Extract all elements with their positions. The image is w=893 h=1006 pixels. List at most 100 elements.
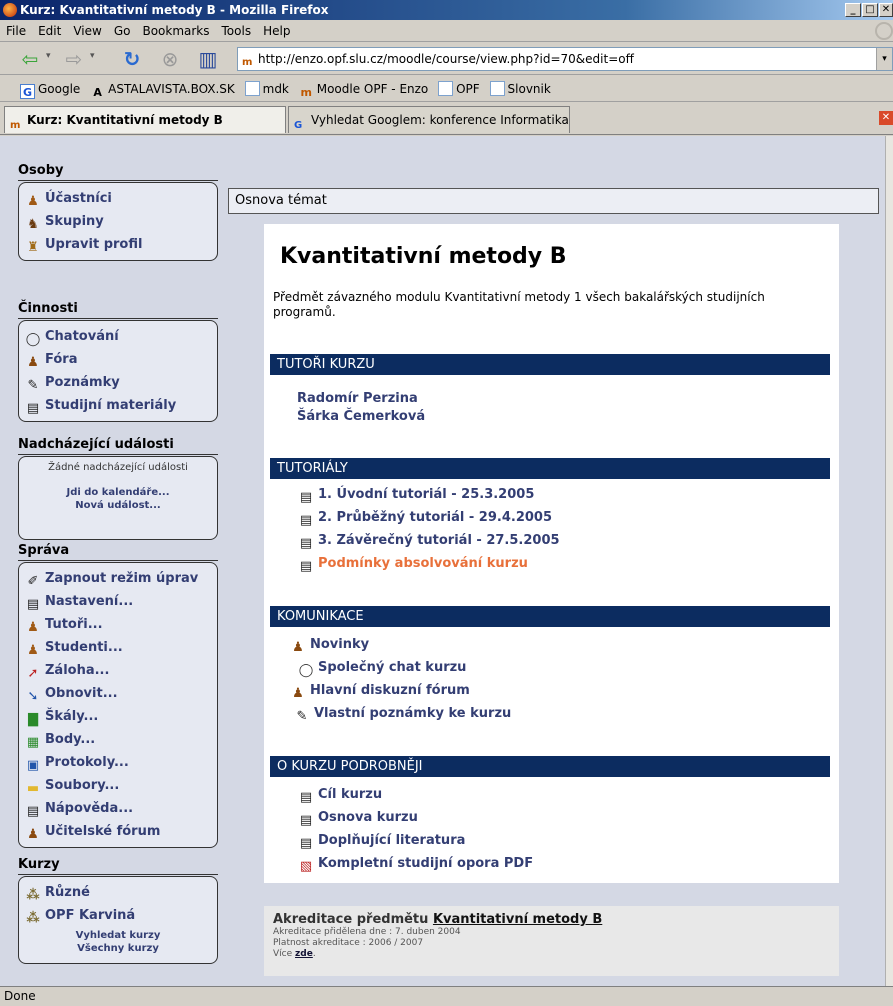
more-link[interactable]: zde	[295, 949, 313, 959]
forum-icon: ♟	[292, 640, 304, 655]
bookmark-moodle-opf[interactable]: m Moodle OPF - Enzo	[297, 76, 433, 102]
bookmark-google[interactable]: G Google	[18, 76, 84, 102]
activity-link[interactable]: ♟ Novinky	[290, 636, 369, 656]
google-icon: G	[20, 84, 35, 99]
maximize-button[interactable]: □	[862, 3, 878, 17]
menu-tools[interactable]: Tools	[216, 20, 258, 42]
bookmarks-toolbar: G Google A ASTALAVISTA.BOX.SK mdk m Moodle …	[0, 76, 893, 102]
menu-view[interactable]: View	[67, 20, 107, 42]
resource-link[interactable]: ▤ 2. Průběžný tutoriál - 29.4.2005	[298, 509, 552, 529]
link-scales[interactable]: ▇ Škály...	[25, 705, 211, 728]
link-settings[interactable]: ▤ Nastavení...	[25, 590, 211, 613]
tab-google-search[interactable]: G Vyhledat Googlem: konference Informatik…	[288, 106, 570, 133]
section-header: TUTOŘI KURZU	[270, 354, 830, 375]
resource-link[interactable]: ▤ Cíl kurzu	[298, 786, 382, 806]
forward-icon[interactable]: ⇨	[62, 47, 86, 71]
link-edit-profile[interactable]: ♜ Upravit profil	[25, 233, 211, 256]
restore-icon: ➘	[27, 689, 39, 704]
bookmark-slovnik[interactable]: Slovnik	[488, 76, 555, 102]
link-edit-mode[interactable]: ✐ Zapnout režim úprav	[25, 567, 211, 590]
link-chat[interactable]: ◯ Chatování	[25, 325, 211, 348]
block-content: ♟ Účastníci ♞ Skupiny ♜ Upravit profil	[18, 182, 218, 261]
course-summary-panel: Kvantitativní metody B Předmět závazného…	[264, 224, 839, 883]
minimize-button[interactable]: _	[845, 3, 861, 17]
reload-icon[interactable]: ↻	[120, 47, 144, 71]
link-groups[interactable]: ♞ Skupiny	[25, 210, 211, 233]
link-grades[interactable]: ▦ Body...	[25, 728, 211, 751]
link-search-courses[interactable]: Vyhledat kurzy	[25, 929, 211, 942]
close-tab-icon[interactable]: ✕	[879, 111, 893, 125]
chat-icon: ◯	[298, 663, 314, 678]
menu-bar: File Edit View Go Bookmarks Tools Help	[0, 20, 893, 42]
tab-course[interactable]: m Kurz: Kvantitativní metody B	[4, 106, 286, 133]
link-tutors[interactable]: ♟ Tutoři...	[25, 613, 211, 636]
link-files[interactable]: ▬ Soubory...	[25, 774, 211, 797]
bookmark-opf[interactable]: OPF	[436, 76, 484, 102]
bookmark-mdk[interactable]: mdk	[243, 76, 293, 102]
back-dropdown-icon[interactable]: ▾	[46, 51, 51, 61]
link-notes[interactable]: ✎ Poznámky	[25, 371, 211, 394]
link-category-ruzne[interactable]: ⁂ Různé	[25, 881, 211, 904]
link-help[interactable]: ▤ Nápověda...	[25, 797, 211, 820]
link-study-materials[interactable]: ▤ Studijní materiály	[25, 394, 211, 417]
resource-link-conditions[interactable]: ▤ Podmínky absolvování kurzu	[298, 555, 528, 575]
link-forums[interactable]: ♟ Fóra	[25, 348, 211, 371]
document-icon: ▤	[299, 813, 313, 828]
resource-link[interactable]: ▤ Doplňující literatura	[298, 832, 466, 852]
help-icon: ▤	[26, 804, 40, 819]
note-icon: ✎	[296, 709, 308, 724]
back-icon[interactable]: ⇦	[18, 47, 42, 71]
home-icon[interactable]: ▥	[196, 47, 220, 71]
google-icon: G	[294, 120, 303, 131]
accreditation-course-link[interactable]: Kvantitativní metody B	[433, 912, 602, 927]
tutor-name[interactable]: Radomír Perzina	[297, 390, 418, 408]
section-header: TUTORIÁLY	[270, 458, 830, 479]
page-icon	[489, 81, 505, 96]
block-title: Nadcházející události	[18, 436, 218, 455]
menu-bookmarks[interactable]: Bookmarks	[136, 20, 215, 42]
link-teacher-forum[interactable]: ♟ Učitelské fórum	[25, 820, 211, 843]
activity-link[interactable]: ♟ Hlavní diskuzní fórum	[290, 682, 470, 702]
stop-icon[interactable]: ⊗	[158, 47, 182, 71]
link-all-courses[interactable]: Všechny kurzy	[25, 942, 211, 955]
activity-link[interactable]: ✎ Vlastní poznámky ke kurzu	[294, 705, 512, 725]
link-participants[interactable]: ♟ Účastníci	[25, 187, 211, 210]
edit-icon: ✐	[27, 574, 39, 589]
people-icon: ♟	[27, 194, 39, 209]
link-new-event[interactable]: Nová událost...	[25, 499, 211, 512]
tutor-name[interactable]: Šárka Čemerková	[297, 408, 425, 426]
throbber-icon	[875, 22, 893, 40]
menu-edit[interactable]: Edit	[32, 20, 67, 42]
close-window-button[interactable]: ✕	[879, 3, 893, 17]
link-logs[interactable]: ▣ Protokoly...	[25, 751, 211, 774]
link-calendar[interactable]: Jdi do kalendáře...	[25, 486, 211, 499]
link-backup[interactable]: ➚ Záloha...	[25, 659, 211, 682]
resource-link[interactable]: ▤ 3. Závěrečný tutoriál - 27.5.2005	[298, 532, 560, 552]
link-category-opf[interactable]: ⁂ OPF Karviná	[25, 904, 211, 927]
grades-icon: ▦	[26, 735, 40, 750]
resource-link[interactable]: ▤ Osnova kurzu	[298, 809, 418, 829]
category-icon: ⁂	[26, 888, 40, 903]
activity-link[interactable]: ◯ Společný chat kurzu	[298, 659, 467, 679]
chat-icon: ◯	[25, 332, 41, 347]
block-cinnosti: Činnosti ◯ Chatování ♟ Fóra ✎ Poznámky ▤ Stu…	[18, 300, 218, 422]
folder-icon: ▬	[26, 781, 40, 796]
vertical-scrollbar[interactable]	[885, 136, 893, 986]
menu-help[interactable]: Help	[257, 20, 296, 42]
block-content: ✐ Zapnout režim úprav ▤ Nastavení... ♟ Tuto…	[18, 562, 218, 848]
no-events-text: Žádné nadcházející události	[48, 462, 188, 473]
astalavista-icon: A	[93, 86, 102, 99]
link-restore[interactable]: ➘ Obnovit...	[25, 682, 211, 705]
link-students[interactable]: ♟ Studenti...	[25, 636, 211, 659]
bookmark-astalavista[interactable]: A ASTALAVISTA.BOX.SK	[88, 76, 239, 102]
forward-dropdown-icon[interactable]: ▾	[90, 51, 95, 61]
resource-link[interactable]: ▤ 1. Úvodní tutoriál - 25.3.2005	[298, 486, 535, 506]
resource-link-pdf[interactable]: ▧ Kompletní studijní opora PDF	[298, 855, 533, 875]
url-bar[interactable]: m http://enzo.opf.slu.cz/moodle/course/v…	[237, 47, 893, 71]
course-title: Kvantitativní metody B	[280, 244, 567, 269]
firefox-icon	[3, 3, 17, 17]
menu-file[interactable]: File	[0, 20, 32, 42]
menu-go[interactable]: Go	[108, 20, 137, 42]
section-header: KOMUNIKACE	[270, 606, 830, 627]
url-dropdown-icon[interactable]: ▾	[876, 48, 892, 70]
